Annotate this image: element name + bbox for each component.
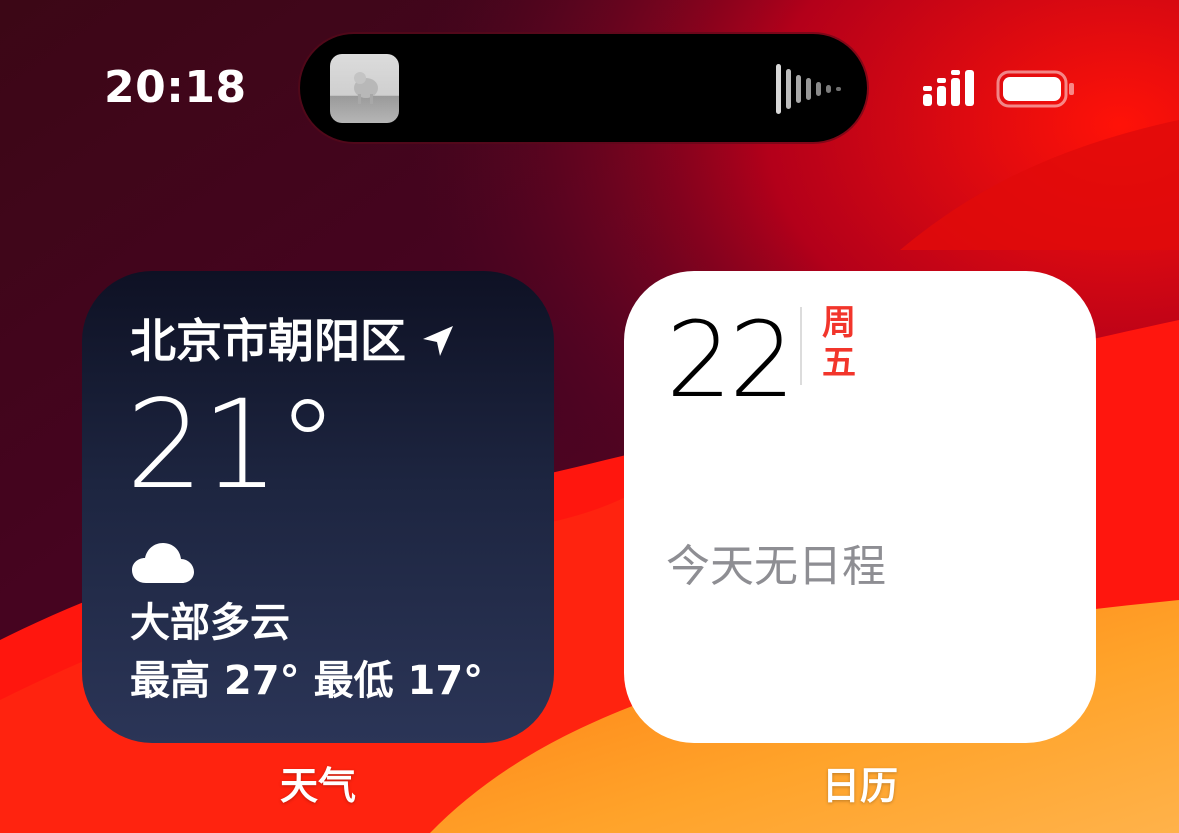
weather-low: 最低 17° [313, 658, 484, 704]
calendar-widget-label: 日历 [821, 764, 898, 808]
weather-widget[interactable]: 北京市朝阳区 21° 大部多云 最高 27° 最低 17° [82, 271, 554, 743]
cellular-signal-icon [923, 70, 974, 106]
calendar-weekday: 周五 [822, 303, 856, 383]
calendar-no-events: 今天无日程 [666, 541, 886, 592]
calendar-widget[interactable]: 22 周五 今天无日程 [624, 271, 1096, 743]
audio-waveform-icon [776, 64, 841, 114]
weather-location: 北京市朝阳区 [130, 314, 406, 368]
weather-location-row: 北京市朝阳区 [130, 311, 456, 371]
weather-high: 最高 27° [130, 658, 300, 704]
location-arrow-icon [423, 326, 453, 356]
battery-icon [996, 70, 1074, 108]
weather-high-low: 最高 27° 最低 17° [130, 655, 483, 707]
dynamic-island[interactable] [300, 34, 867, 142]
weather-widget-label: 天气 [279, 764, 356, 808]
cloud-icon [132, 543, 194, 583]
calendar-divider [800, 307, 802, 385]
now-playing-album-art[interactable] [330, 54, 399, 123]
status-time: 20:18 [104, 62, 247, 113]
weather-temperature: 21° [126, 374, 338, 516]
weather-condition: 大部多云 [130, 600, 290, 646]
calendar-day-number: 22 [666, 299, 795, 421]
